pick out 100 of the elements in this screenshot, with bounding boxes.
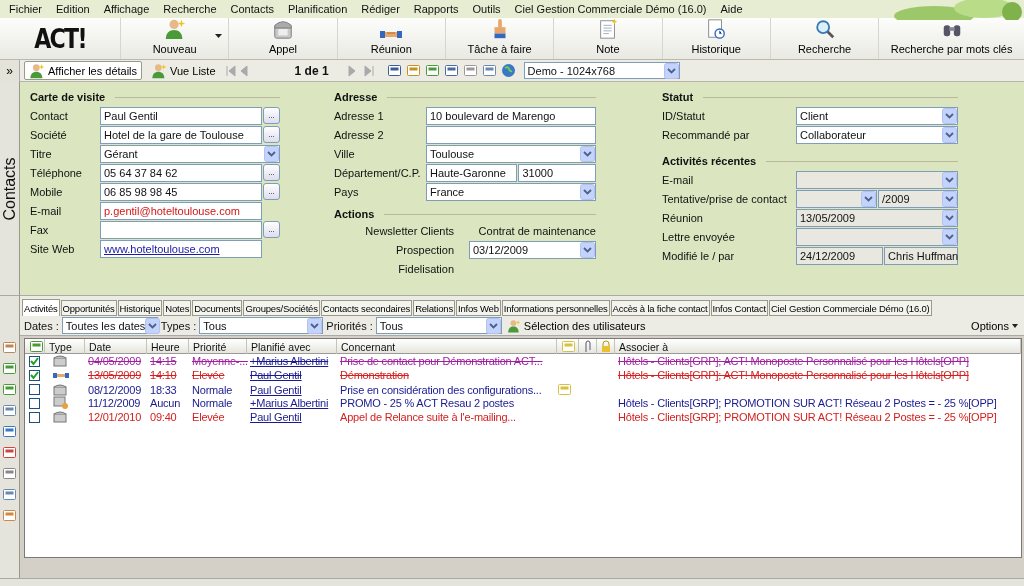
menu-item[interactable]: Affichage	[96, 3, 157, 15]
options-button[interactable]: Options	[969, 319, 1020, 332]
menu-item[interactable]: Rédiger	[354, 3, 407, 15]
text-field[interactable]: Hotel de la gare de Toulouse	[100, 125, 262, 144]
column-header[interactable]: Priorité	[189, 339, 247, 354]
text-field[interactable]: 05 64 37 84 62	[100, 163, 262, 182]
dropdown-field[interactable]: Gérant	[100, 144, 280, 163]
view-tab[interactable]: Afficher les détails	[24, 61, 143, 80]
menu-item[interactable]: Rapports	[406, 3, 466, 15]
toolbar-button[interactable]: Note	[553, 18, 662, 59]
toolbar-button[interactable]: Appel	[228, 18, 337, 59]
text-field[interactable]	[100, 220, 262, 239]
contact-link[interactable]: +Marius Albertini	[247, 355, 329, 367]
text-field[interactable]: 31000	[518, 163, 596, 182]
toolbar-button[interactable]: Historique	[661, 18, 770, 59]
browse-button[interactable]: ...	[263, 126, 280, 143]
menu-item[interactable]: Ciel Gestion Commerciale Démo (16.0)	[507, 3, 714, 15]
tab[interactable]: Informations personnelles	[501, 300, 610, 316]
tab[interactable]: Infos Contact	[710, 300, 768, 316]
checkbox[interactable]	[29, 397, 40, 409]
dropdown-field[interactable]: France	[426, 182, 596, 201]
dropdown-field[interactable]: Client	[796, 106, 958, 125]
column-header[interactable]: Type	[45, 339, 85, 354]
table-cell-text: Hôtels - Clients[GRP]; ACT! Monoposte Personnalisé pour les Hôtels[OPP]	[617, 355, 969, 367]
text-field[interactable]: Paul Gentil	[100, 106, 262, 125]
text-field[interactable]	[426, 125, 596, 144]
text-field[interactable]: 10 boulevard de Marengo	[426, 106, 596, 125]
text-field[interactable]: 24/12/2009	[796, 246, 884, 265]
caret-icon[interactable]	[215, 34, 223, 38]
tab[interactable]: Notes	[163, 300, 192, 316]
layout-dropdown[interactable]: Demo - 1024x768	[523, 62, 680, 79]
expand-button[interactable]: »	[0, 59, 20, 82]
menu-item[interactable]: Edition	[49, 3, 97, 15]
view-tab[interactable]: Vue Liste	[146, 61, 221, 80]
toolbar-button[interactable]: Réunion	[336, 18, 445, 59]
menu-item[interactable]: Aide	[713, 3, 750, 15]
field-label: Réunion	[662, 211, 704, 224]
menu-item[interactable]: Planification	[280, 3, 355, 15]
field-label: Titre	[30, 147, 53, 160]
tab[interactable]: Historique	[117, 300, 163, 316]
checkbox[interactable]	[29, 355, 40, 367]
dates-dropdown[interactable]: Toutes les dates	[61, 317, 158, 334]
menu-item[interactable]: Fichier	[2, 3, 49, 15]
column-header[interactable]: Date	[85, 339, 147, 354]
dropdown-field[interactable]	[796, 227, 958, 246]
column-header[interactable]: Associer à	[615, 339, 1021, 354]
date-field[interactable]: 03/12/2009	[469, 241, 596, 259]
tab[interactable]: Opportunités	[60, 300, 117, 316]
field-label: E-mail	[662, 173, 695, 186]
toolbar-button[interactable]: Recherche par mots clés	[878, 18, 1024, 59]
text-field[interactable]: Haute-Garonne	[426, 163, 518, 182]
website-field[interactable]: www.hoteltoulouse.com	[100, 239, 262, 258]
dropdown-field[interactable]: /2009	[878, 189, 958, 208]
text-field[interactable]: 06 85 98 98 45	[100, 182, 262, 201]
table-cell-text: 14:10	[149, 369, 177, 381]
checkbox[interactable]	[29, 384, 40, 395]
tab[interactable]: Accès à la fiche contact	[610, 300, 710, 316]
column-header[interactable]: Heure	[147, 339, 189, 354]
table-cell-text: PROMO - 25 % ACT Resau 2 postes	[339, 397, 514, 409]
checkbox[interactable]	[29, 369, 40, 381]
caret-icon[interactable]	[1012, 323, 1018, 328]
globe-icon[interactable]	[500, 63, 516, 78]
contact-link[interactable]: Paul Gentil	[247, 369, 302, 381]
tab[interactable]: Infos Web	[455, 300, 501, 316]
browse-button[interactable]: ...	[263, 107, 280, 124]
tab[interactable]: Documents	[192, 300, 243, 316]
tab[interactable]: Activités	[22, 299, 60, 316]
dropdown-field[interactable]: Collaborateur	[796, 125, 958, 144]
toolbar-button[interactable]: Tâche à faire	[444, 18, 554, 59]
toolbar-button[interactable]: Recherche	[769, 18, 879, 59]
field-label: E-mail	[30, 204, 63, 217]
email-field[interactable]: p.gentil@hoteltoulouse.com	[100, 201, 262, 220]
types-dropdown[interactable]: Tous	[199, 317, 324, 334]
tab[interactable]: Groupes/Sociétés	[243, 300, 320, 316]
column-header[interactable]: Planifié avec	[247, 339, 337, 354]
section-title: Actions	[334, 208, 375, 220]
checkbox[interactable]	[29, 411, 40, 423]
dropdown-field[interactable]: Toulouse	[426, 144, 596, 163]
contact-link[interactable]: +Marius Albertini	[247, 397, 329, 409]
tab[interactable]: Ciel Gestion Commerciale Démo (16.0)	[768, 300, 932, 316]
menu-item[interactable]: Recherche	[156, 3, 224, 15]
dropdown-field[interactable]: 13/05/2009	[796, 208, 958, 227]
table-cell-text: Normale	[191, 397, 233, 409]
table-cell-text: 18:33	[149, 383, 177, 396]
text-field[interactable]: Chris Huffman	[884, 246, 958, 265]
select-users-button[interactable]: Sélection des utilisateurs	[504, 318, 648, 333]
contact-link[interactable]: Paul Gentil	[247, 383, 302, 396]
tab[interactable]: Contacts secondaires	[320, 300, 413, 316]
dropdown-field[interactable]	[796, 170, 958, 189]
priorities-dropdown[interactable]: Tous	[375, 317, 502, 334]
browse-button[interactable]: ...	[263, 164, 280, 181]
browse-button[interactable]: ...	[263, 183, 280, 200]
dropdown-field[interactable]	[796, 189, 877, 208]
tab[interactable]: Relations	[413, 300, 455, 316]
column-header[interactable]: Concernant	[337, 339, 557, 354]
menu-item[interactable]: Outils	[465, 3, 508, 15]
browse-button[interactable]: ...	[263, 221, 280, 238]
menu-item[interactable]: Contacts	[223, 3, 281, 15]
contact-link[interactable]: Paul Gentil	[247, 411, 302, 423]
toolbar-button[interactable]: Nouveau	[120, 18, 229, 59]
